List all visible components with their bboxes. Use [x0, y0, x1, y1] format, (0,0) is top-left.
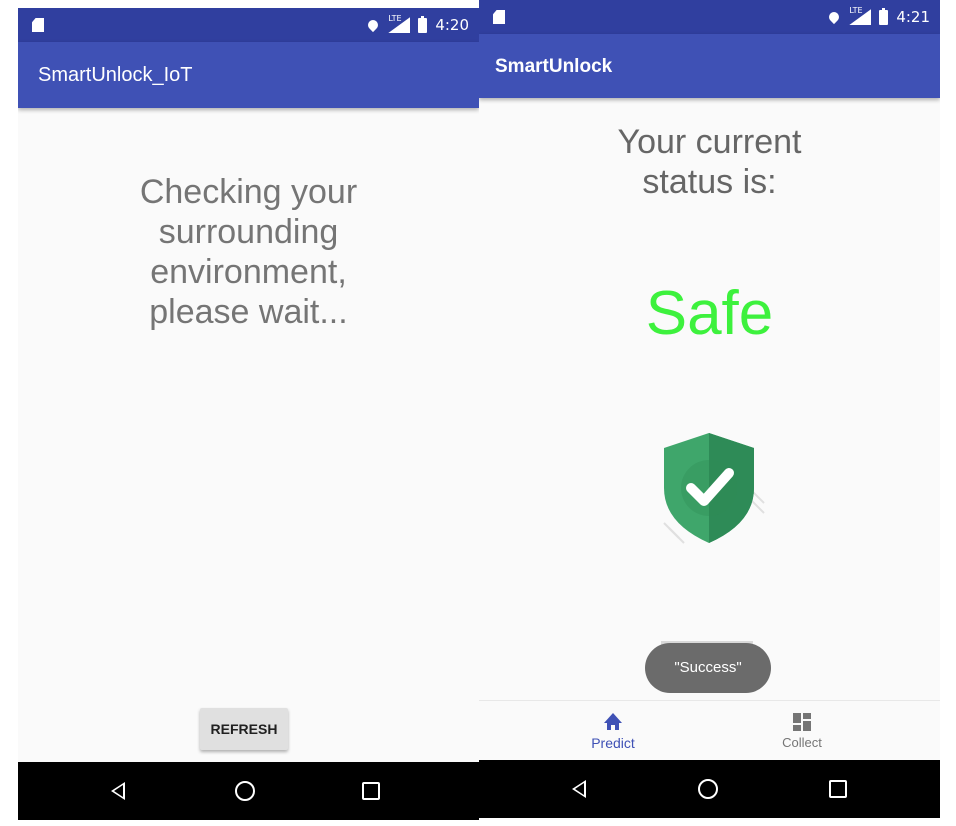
signal-icon: LTE: [388, 14, 411, 33]
tab-predict[interactable]: Predict: [543, 709, 683, 751]
phone-screen-right: LTE 4:21 SmartUnlock Your current status…: [479, 0, 940, 818]
recents-icon[interactable]: [358, 778, 384, 804]
recents-icon[interactable]: [825, 776, 851, 802]
app-bar: SmartUnlock: [479, 34, 940, 98]
location-icon: [366, 17, 381, 33]
back-icon[interactable]: [567, 776, 593, 802]
status-time: 4:20: [435, 16, 469, 34]
phone-screen-left: LTE 4:20 SmartUnlock_IoT Checking your s…: [18, 8, 479, 820]
refresh-button[interactable]: REFRESH: [200, 708, 288, 750]
home-nav-icon[interactable]: [695, 776, 721, 802]
tab-label: Collect: [782, 735, 822, 750]
status-time: 4:21: [896, 8, 930, 26]
system-nav-bar: [479, 760, 940, 818]
battery-icon: [879, 7, 889, 25]
tab-collect[interactable]: Collect: [732, 709, 872, 750]
checking-line: Checking your: [139, 173, 358, 211]
checking-line: please wait...: [149, 293, 348, 331]
status-label-line: Your current: [617, 123, 802, 161]
signal-icon: LTE: [849, 6, 872, 25]
battery-icon: [418, 15, 428, 33]
sd-card-icon: [493, 10, 505, 24]
status-label: Your current status is:: [479, 122, 940, 202]
bottom-navigation: Predict Collect: [479, 700, 940, 761]
app-title: SmartUnlock: [495, 56, 613, 77]
app-bar: SmartUnlock_IoT: [18, 42, 479, 108]
status-label-line: status is:: [642, 163, 777, 201]
back-icon[interactable]: [106, 778, 132, 804]
app-title: SmartUnlock_IoT: [38, 64, 193, 86]
location-icon: [827, 9, 842, 25]
home-nav-icon[interactable]: [232, 778, 258, 804]
checking-line: surrounding: [158, 213, 339, 251]
dashboard-icon: [793, 713, 811, 731]
tab-label: Predict: [591, 735, 635, 751]
status-bar: LTE 4:21: [479, 0, 940, 34]
shield-check-icon: [663, 433, 765, 544]
toast-message: "Success": [645, 643, 771, 693]
sd-card-icon: [32, 18, 44, 32]
system-nav-bar: [18, 762, 479, 820]
home-icon: [604, 713, 622, 731]
status-value: Safe: [645, 279, 774, 348]
checking-line: environment,: [150, 253, 347, 291]
status-bar: LTE 4:20: [18, 8, 479, 42]
checking-message: Checking your surrounding environment, p…: [18, 172, 479, 332]
